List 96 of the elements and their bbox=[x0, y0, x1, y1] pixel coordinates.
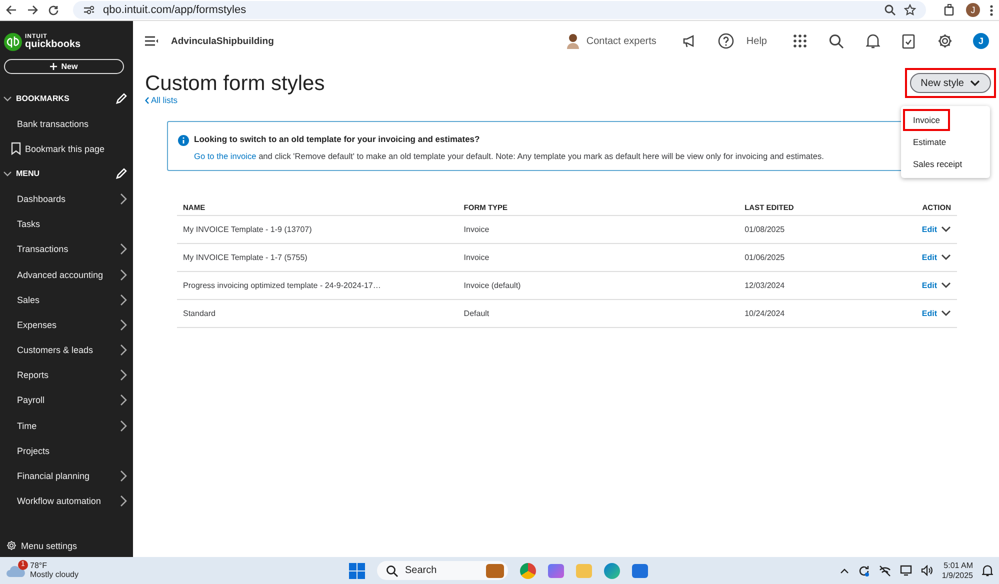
sidebar-item[interactable]: Time bbox=[17, 420, 37, 431]
sidebar-item[interactable]: Bank transactions bbox=[17, 118, 89, 129]
clipboard-check-icon[interactable] bbox=[902, 33, 915, 49]
network-off-icon[interactable] bbox=[878, 564, 891, 576]
sidebar-item[interactable]: Expenses bbox=[17, 320, 57, 330]
settings-icon[interactable] bbox=[937, 33, 953, 49]
chevron-icon[interactable] bbox=[3, 96, 12, 102]
sidebar-item[interactable]: Financial planning bbox=[17, 471, 90, 482]
menu-settings-link[interactable]: Menu settings bbox=[21, 540, 78, 550]
site-settings-icon[interactable] bbox=[83, 5, 95, 15]
star-icon[interactable] bbox=[904, 4, 916, 16]
windows-start-icon[interactable] bbox=[349, 562, 365, 578]
sidebar-item[interactable]: Tasks bbox=[17, 219, 40, 230]
search-icon[interactable] bbox=[829, 34, 844, 48]
chevron-down-icon[interactable] bbox=[941, 310, 951, 318]
notifications-icon[interactable] bbox=[866, 33, 880, 49]
person-silhouette-icon bbox=[566, 33, 580, 49]
help-icon[interactable] bbox=[718, 33, 734, 49]
more-icon[interactable] bbox=[990, 4, 993, 16]
search-icon bbox=[386, 564, 398, 576]
company-name: AdvinculaShipbuilding bbox=[171, 36, 274, 46]
table-cell: 10/24/2024 bbox=[744, 309, 785, 318]
sidebar-item[interactable]: Sales bbox=[17, 294, 40, 305]
url-text: qbo.intuit.com/app/formstyles bbox=[103, 4, 246, 16]
megaphone-icon[interactable] bbox=[682, 34, 696, 48]
menu-item[interactable]: Estimate bbox=[903, 131, 956, 153]
quickbooks-logo-icon bbox=[4, 33, 22, 51]
chevron-down-icon bbox=[970, 80, 980, 86]
banner-title: Looking to switch to an old template for your invoicing and estimates? bbox=[194, 134, 481, 144]
clock-date: 1/9/2025 bbox=[942, 570, 973, 580]
chevron-down-icon[interactable] bbox=[941, 282, 951, 290]
edit-link[interactable]: Edit bbox=[922, 309, 937, 318]
forward-icon[interactable] bbox=[27, 5, 38, 15]
contact-experts-link[interactable]: Contact experts bbox=[586, 36, 656, 46]
table-cell: 01/06/2025 bbox=[744, 253, 785, 262]
menu-item[interactable]: Sales receipt bbox=[903, 153, 972, 175]
chevron-left-icon bbox=[145, 96, 149, 104]
user-avatar[interactable]: J bbox=[973, 33, 989, 49]
menu-icon[interactable] bbox=[145, 36, 159, 46]
sidebar-item[interactable]: Workflow automation bbox=[17, 496, 101, 506]
sidebar-item[interactable]: Payroll bbox=[17, 395, 45, 406]
new-style-button[interactable]: New style bbox=[910, 73, 991, 93]
clock-time: 5:01 AM bbox=[944, 561, 973, 570]
bookmarks-heading[interactable]: BOOKMARKS bbox=[16, 94, 111, 103]
zoom-icon[interactable] bbox=[884, 4, 896, 16]
chevron-up-icon[interactable] bbox=[840, 568, 849, 574]
logo-name-text: quickbooks bbox=[25, 40, 81, 50]
edit-icon[interactable] bbox=[115, 92, 127, 104]
sidebar-item[interactable]: Transactions bbox=[17, 244, 68, 254]
edit-link[interactable]: Edit bbox=[922, 253, 937, 262]
sidebar-item[interactable]: Projects bbox=[17, 446, 50, 456]
table-cell: My INVOICE Template - 1-9 (13707) bbox=[183, 225, 312, 234]
speaker-icon[interactable] bbox=[920, 565, 933, 576]
taskbar-search[interactable]: Search bbox=[377, 561, 508, 580]
sidebar-item[interactable]: Dashboards bbox=[17, 194, 66, 204]
edit-link[interactable]: Edit bbox=[922, 281, 937, 290]
table-cell: 12/03/2024 bbox=[744, 281, 785, 290]
profile-avatar[interactable]: J bbox=[966, 3, 980, 17]
sidebar-item[interactable]: Advanced accounting bbox=[17, 270, 104, 280]
address-bar[interactable]: qbo.intuit.com/app/formstyles bbox=[73, 1, 926, 19]
page-title: Custom form styles bbox=[145, 71, 325, 96]
table-cell: Default bbox=[464, 309, 490, 318]
edit-icon[interactable] bbox=[115, 168, 127, 180]
weather-text: Mostly cloudy bbox=[30, 570, 78, 580]
table-cell: Standard bbox=[183, 309, 216, 318]
chevron-icon[interactable] bbox=[3, 170, 12, 177]
chevron-down-icon[interactable] bbox=[941, 226, 951, 234]
table-cell: Invoice (default) bbox=[464, 281, 521, 290]
plus-icon bbox=[50, 63, 58, 70]
sync-icon[interactable] bbox=[858, 564, 870, 576]
menu-heading[interactable]: MENU bbox=[16, 169, 111, 178]
edit-link[interactable]: Edit bbox=[922, 225, 937, 234]
bookmark-icon bbox=[11, 142, 21, 156]
back-icon[interactable] bbox=[6, 5, 17, 15]
go-to-invoice-link[interactable]: Go to the invoice bbox=[194, 151, 256, 161]
sidebar-item[interactable]: Reports bbox=[17, 370, 49, 380]
table-cell: 01/08/2025 bbox=[744, 225, 785, 234]
help-link[interactable]: Help bbox=[746, 36, 767, 46]
apps-grid-icon[interactable] bbox=[793, 34, 807, 48]
info-icon bbox=[178, 135, 189, 146]
notifications-icon[interactable] bbox=[982, 564, 993, 577]
sidebar-item[interactable]: Customers & leads bbox=[17, 345, 94, 356]
display-icon[interactable] bbox=[900, 565, 912, 576]
table-cell: Progress invoicing optimized template - 24-9-2024-17… bbox=[183, 281, 381, 290]
banner-text: Go to the invoice and click 'Remove default' to make an old template your default. Note: Any template you mark as default here will be view only for invoicing and estimates. bbox=[194, 151, 824, 161]
table-cell: My INVOICE Template - 1-7 (5755) bbox=[183, 253, 308, 262]
new-button[interactable]: New bbox=[4, 59, 124, 74]
sidebar-item[interactable]: Bookmark this page bbox=[25, 144, 105, 154]
all-lists-link[interactable]: All lists bbox=[151, 95, 178, 105]
extensions-icon[interactable] bbox=[944, 4, 956, 16]
chevron-down-icon[interactable] bbox=[941, 254, 951, 262]
reload-icon[interactable] bbox=[48, 4, 59, 16]
table-cell: Invoice bbox=[464, 225, 490, 234]
menu-item[interactable]: Invoice bbox=[903, 109, 950, 131]
table-cell: Invoice bbox=[464, 253, 490, 262]
temperature-text: 78°F bbox=[30, 562, 48, 570]
